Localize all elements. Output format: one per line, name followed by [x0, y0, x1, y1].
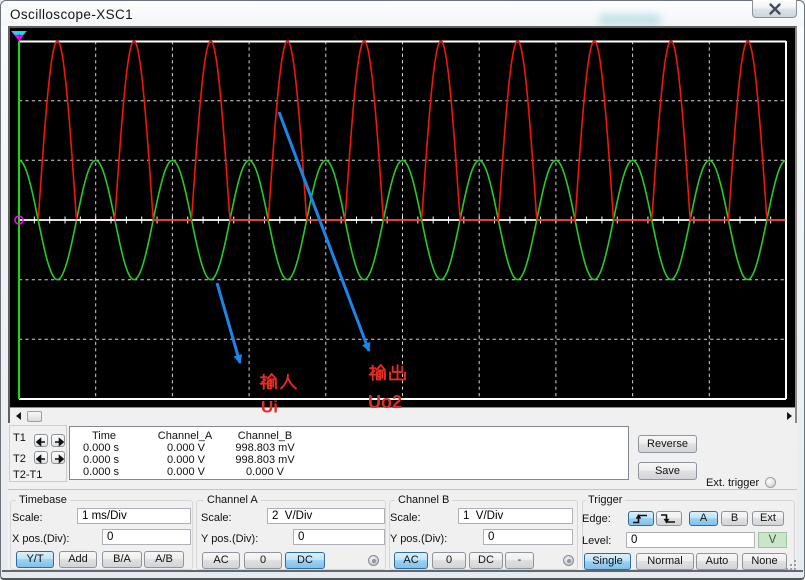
svg-text:1: 1 [17, 35, 21, 42]
